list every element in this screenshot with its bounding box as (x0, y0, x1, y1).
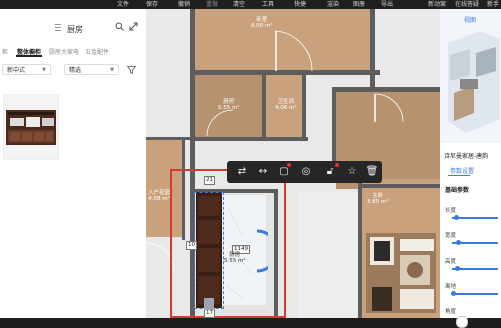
room-label-bathroom: 卫生间 4.06 m² (275, 99, 297, 111)
style-select-value: 新中式 (7, 67, 26, 74)
prop-angle-label: 角度 (445, 309, 457, 315)
active-tab-indicator (448, 175, 470, 176)
search-icon[interactable] (115, 22, 124, 31)
chevron-down-icon: ▼ (42, 67, 46, 73)
menu-save[interactable]: 保存 (146, 0, 158, 9)
menu-clear[interactable]: 清空 (233, 0, 245, 9)
slider-handle[interactable] (454, 215, 459, 220)
section-title: 基础参数 (445, 187, 470, 194)
elevation-slider[interactable] (452, 293, 498, 295)
slider-handle[interactable] (451, 291, 456, 296)
dimension-left[interactable]: 10 (186, 241, 197, 250)
3d-view-preview[interactable]: 视图 (440, 9, 501, 143)
room-label-kitchen-upper: 厨房 5.55 m² (218, 99, 240, 111)
prop-width-label: 宽度 (445, 233, 457, 239)
tab-hardware[interactable]: 五金配件 (85, 47, 109, 56)
slider-handle[interactable] (456, 240, 461, 245)
tab-cabinet[interactable]: 柜 (2, 47, 8, 56)
active-tab-indicator (16, 55, 42, 57)
room-label-master: 主卧 3.85 m² (367, 193, 389, 205)
properties-panel: 视图 诗尼曼家居-唐韵 参数设置 基础参数 长度 宽度 高度 离地 角度 (440, 9, 501, 328)
menu-redo[interactable]: 重做 (206, 0, 218, 9)
menu-new[interactable]: 新动案 (428, 0, 446, 9)
room-area: 8.00 m² (251, 23, 273, 29)
door-swing (275, 30, 313, 72)
kitchen-label: 厨房 5.55 m² (224, 252, 246, 264)
prop-elevation-label: 离地 (445, 284, 457, 290)
top-menu-bar: 文件 保存 撤销 重做 清空 工具 快捷 渲染 图册 导出 新动案 在线答疑 新… (0, 0, 501, 9)
prop-length-label: 长度 (445, 208, 457, 214)
door-swing (374, 93, 404, 123)
tab-params[interactable]: 参数设置 (450, 166, 474, 175)
menu-render[interactable]: 渲染 (327, 0, 339, 9)
room-label-entry: 入户花园 4.08 m² (148, 190, 170, 202)
tab-kitchen-appliances[interactable]: 厨房大家电 (49, 47, 79, 56)
hide-icon[interactable]: ◎ (297, 161, 315, 183)
selection-bounds (194, 192, 224, 309)
menu-undo[interactable]: 撤销 (178, 0, 190, 9)
menu-collaborate[interactable]: 在线答疑 (455, 0, 479, 9)
object-toolbar: ⇄ ↔ ▢ ◎ 🔓︎ ☆ 🗑︎ (227, 161, 382, 183)
product-title: 诗尼曼家居-唐韵 (444, 153, 489, 160)
room-area: 3.85 m² (367, 199, 389, 205)
menu-drawing[interactable]: 图册 (353, 0, 365, 9)
filter-icon[interactable] (127, 66, 136, 74)
room-area: 4.08 m² (148, 196, 170, 202)
menu-icon[interactable] (55, 24, 61, 31)
menu-quick[interactable]: 快捷 (294, 0, 306, 9)
mirror-icon[interactable]: ⇄ (233, 161, 251, 183)
dimension-top[interactable]: 21 (204, 176, 215, 185)
dimension-bottom[interactable]: 17 (204, 309, 215, 318)
favorite-icon[interactable]: ☆ (343, 161, 361, 183)
menu-tour[interactable]: 新手 (487, 0, 499, 9)
menu-tools[interactable]: 工具 (262, 0, 274, 9)
hallway-floor (298, 192, 358, 318)
room-area: 5.55 m² (224, 258, 246, 264)
room-area: 5.55 m² (218, 105, 240, 111)
panel-title: 厨房 (67, 25, 83, 34)
filter-select-value: 精选 (69, 67, 82, 74)
door-swing (206, 109, 234, 137)
slider-handle[interactable] (455, 266, 460, 271)
style-select[interactable]: 新中式 ▼ (2, 64, 51, 75)
expand-icon[interactable] (129, 22, 138, 31)
room-area: 4.06 m² (275, 105, 297, 111)
room-label-bedroom: 卧室 8.00 m² (251, 17, 273, 29)
status-dot (287, 163, 291, 167)
sofa-set[interactable] (364, 229, 440, 318)
replace-icon[interactable]: ↔ (254, 161, 272, 183)
chevron-down-icon: ▼ (110, 67, 114, 73)
sink (204, 298, 214, 310)
menu-export[interactable]: 导出 (381, 0, 393, 9)
menu-file[interactable]: 文件 (117, 0, 129, 9)
catalog-panel: 厨房 柜 整体橱柜 厨房大家电 五金配件 新中式 ▼ 精选 ▼ (0, 9, 147, 318)
status-dot (335, 163, 339, 167)
3d-model-thumbnail (448, 31, 500, 133)
product-thumbnail[interactable] (3, 94, 59, 160)
prop-height-label: 高度 (445, 259, 457, 265)
filter-select[interactable]: 精选 ▼ (64, 64, 119, 75)
delete-icon[interactable]: 🗑︎ (363, 161, 381, 183)
